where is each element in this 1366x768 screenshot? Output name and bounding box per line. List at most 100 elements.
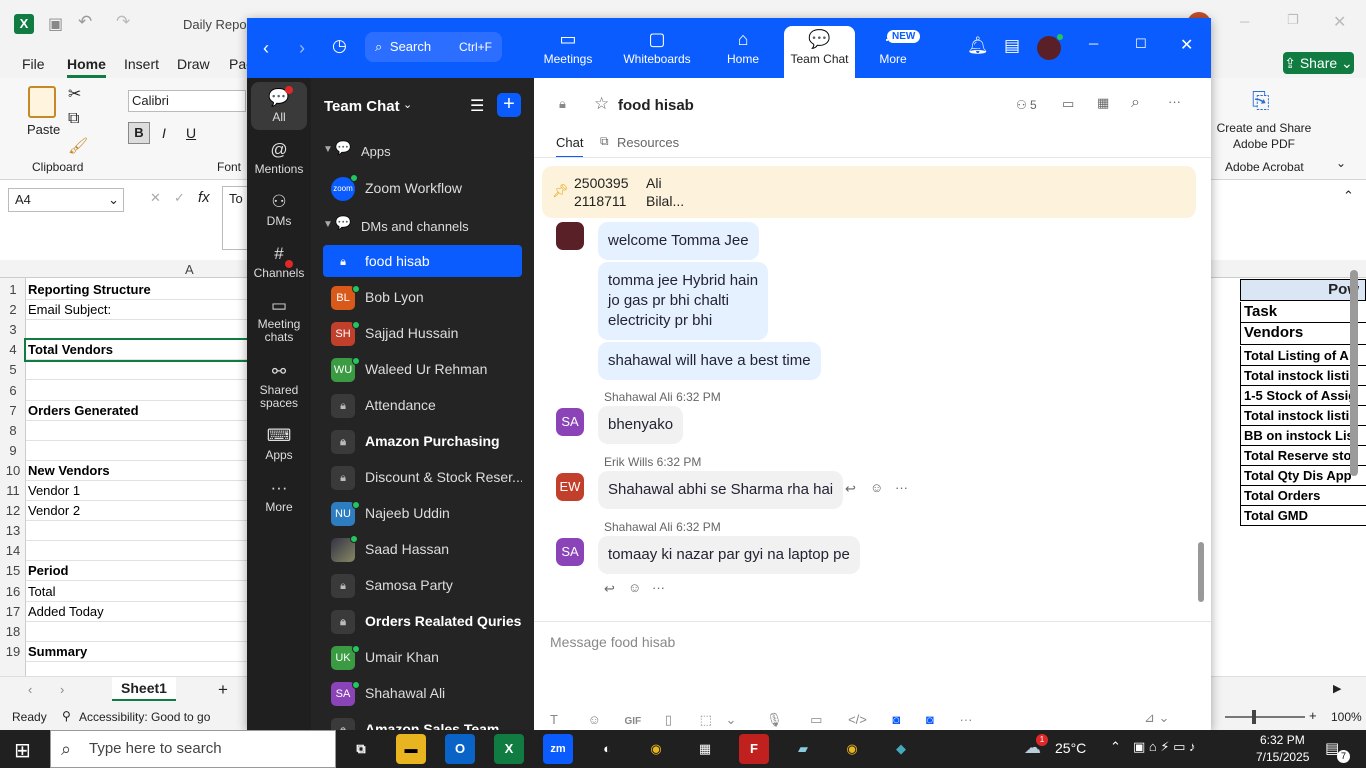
excel-close-button[interactable]: ✕ xyxy=(1333,12,1346,32)
cell-a[interactable] xyxy=(26,441,248,461)
new-chat-button[interactable]: + xyxy=(497,93,521,117)
enter-icon[interactable]: ✓ xyxy=(174,190,185,206)
row-header[interactable]: 11 xyxy=(0,483,26,498)
rail-more[interactable]: ··· More xyxy=(251,476,307,514)
chevron-up-icon[interactable]: ⌃ xyxy=(1110,739,1121,755)
add-sheet-icon[interactable]: + xyxy=(218,680,228,700)
chat-scrollbar[interactable] xyxy=(1198,542,1204,602)
hscroll-right-icon[interactable]: ▶ xyxy=(1333,682,1341,695)
back-icon[interactable]: ‹ xyxy=(263,38,269,59)
row-header[interactable]: 17 xyxy=(0,604,26,619)
sidebar-item-channel[interactable]: 🔒︎ Amazon Purchasing xyxy=(323,425,522,457)
calendar-icon[interactable]: ▦ xyxy=(1097,95,1109,111)
bold-button[interactable]: B xyxy=(128,122,150,144)
cell-a[interactable]: New Vendors xyxy=(26,461,248,481)
sidebar-item-channel[interactable]: WU Waleed Ur Rehman xyxy=(323,353,522,385)
zoom-minimize-button[interactable]: ─ xyxy=(1089,36,1098,51)
user-avatar[interactable] xyxy=(1037,33,1064,60)
row-header[interactable]: 7 xyxy=(0,403,26,418)
sidebar-item-channel[interactable]: 🔒︎ food hisab xyxy=(323,245,522,277)
search-icon[interactable]: ⌕ xyxy=(1131,94,1140,112)
cell-a[interactable] xyxy=(26,521,248,542)
reply-icon[interactable]: ↩ xyxy=(845,481,856,497)
excel-restore-button[interactable]: ❐ xyxy=(1287,12,1299,28)
more-options-icon[interactable]: ··· xyxy=(895,480,908,495)
row-header[interactable]: 10 xyxy=(0,463,26,478)
gif-icon[interactable]: GIF xyxy=(624,716,641,727)
clock-time[interactable]: 6:32 PM xyxy=(1260,733,1305,747)
section-apps[interactable]: Apps xyxy=(361,144,391,159)
row-header[interactable]: 13 xyxy=(0,523,26,538)
section-dms-channels[interactable]: DMs and channels xyxy=(361,219,469,234)
app-icon-2[interactable]: ◙ xyxy=(926,712,934,727)
nav-team-chat[interactable]: 💬 Team Chat xyxy=(784,26,855,78)
sheet-next-icon[interactable]: › xyxy=(60,682,64,697)
pinned-message[interactable]: 📌︎ 2500395 Ali 2118711 Bilal... xyxy=(542,166,1196,218)
copy-icon[interactable]: ⧉ xyxy=(68,110,79,128)
message-input[interactable]: Message food hisab xyxy=(550,630,1190,654)
excel-taskbar-icon[interactable]: X xyxy=(494,734,524,764)
collapse-apps-icon[interactable]: ▼ xyxy=(323,144,333,155)
redo-icon[interactable]: ↷ xyxy=(116,12,130,32)
row-header[interactable]: 18 xyxy=(0,624,26,639)
nav-whiteboards[interactable]: ▢ Whiteboards xyxy=(619,26,695,78)
cell-a[interactable] xyxy=(26,360,248,381)
right-table-cell[interactable]: Total Orders xyxy=(1240,486,1366,506)
cell-a[interactable]: Period xyxy=(26,561,248,582)
right-table-cell[interactable]: Vendors xyxy=(1240,323,1366,345)
insert-function-icon[interactable]: fx xyxy=(198,189,210,206)
nav-meetings[interactable]: ▭ Meetings xyxy=(537,26,599,78)
sidebar-item-channel[interactable]: 🔒︎ Orders Realated Quries xyxy=(323,605,522,637)
right-table-cell[interactable]: Total Qty Dis App xyxy=(1240,466,1366,486)
right-table-cell[interactable]: Total Reserve sto xyxy=(1240,446,1366,466)
avatar[interactable] xyxy=(556,222,584,250)
zoom-slider-thumb[interactable] xyxy=(1252,710,1256,724)
cell-a[interactable]: Orders Generated xyxy=(26,401,248,421)
sidebar-item-channel[interactable]: NU Najeeb Uddin xyxy=(323,497,522,529)
member-count[interactable]: 5 xyxy=(1030,98,1037,112)
rail-mentions[interactable]: @ Mentions xyxy=(251,138,307,176)
more-options-icon[interactable]: ··· xyxy=(652,580,665,595)
filter-icon[interactable]: ☰ xyxy=(470,96,484,116)
calculator-icon[interactable]: ▦ xyxy=(690,734,720,764)
sidebar-item-channel[interactable]: BL Bob Lyon xyxy=(323,281,522,313)
rail-all[interactable]: 💬 All xyxy=(251,82,307,130)
file-icon[interactable]: ▯ xyxy=(665,712,672,727)
paint-icon[interactable]: ◐ xyxy=(592,734,622,764)
sidebar-item-channel[interactable]: SA Shahawal Ali xyxy=(323,677,522,709)
task-view-icon[interactable]: ⧉ xyxy=(346,734,376,764)
star-icon[interactable]: ☆ xyxy=(594,94,609,114)
tab-chat[interactable]: Chat xyxy=(556,135,584,158)
row-header[interactable]: 15 xyxy=(0,563,26,578)
column-header-a[interactable]: A xyxy=(185,262,194,277)
row-header[interactable]: 12 xyxy=(0,503,26,518)
zoom-in-icon[interactable]: + xyxy=(1309,708,1317,723)
members-icon[interactable]: ⚇ xyxy=(1016,98,1027,112)
emoji-icon[interactable]: ☺ xyxy=(588,712,601,727)
undo-icon[interactable]: ↶ xyxy=(78,12,92,32)
zoom-slider[interactable] xyxy=(1225,716,1305,718)
zoom-maximize-button[interactable]: ☐ xyxy=(1135,36,1147,52)
cell-a[interactable] xyxy=(26,421,248,441)
row-header[interactable]: 3 xyxy=(0,322,26,337)
cell-a[interactable] xyxy=(26,381,248,401)
tab-home[interactable]: Home xyxy=(67,56,106,78)
format-text-icon[interactable]: T xyxy=(550,712,558,727)
collapse-dms-icon[interactable]: ▼ xyxy=(323,219,333,230)
accessibility-status[interactable]: Accessibility: Good to go xyxy=(79,710,210,724)
chevron-down-icon[interactable]: ⌄ xyxy=(725,712,736,727)
ribbon-collapse-icon[interactable]: ⌄ xyxy=(1336,156,1346,170)
message-bubble[interactable]: welcome Tomma Jee xyxy=(598,222,759,260)
clock-date[interactable]: 7/15/2025 xyxy=(1256,750,1309,764)
cell-a[interactable] xyxy=(26,320,248,341)
rail-shared-spaces[interactable]: ⚯ Shared spaces xyxy=(251,360,307,410)
avatar[interactable]: EW xyxy=(556,473,584,501)
share-button[interactable]: ⇪ Share ⌄ xyxy=(1283,52,1354,74)
accessibility-icon[interactable]: ⚲ xyxy=(62,709,71,723)
italic-button[interactable]: I xyxy=(162,125,166,141)
save-icon[interactable]: ▣ xyxy=(48,14,63,34)
cell-a[interactable]: Total Vendors xyxy=(24,338,250,363)
adobe-pdf-icon[interactable]: ⎘ xyxy=(1252,88,1270,114)
paste-label[interactable]: Paste xyxy=(27,122,60,137)
right-table-cell[interactable]: 1-5 Stock of Assig xyxy=(1240,386,1366,406)
